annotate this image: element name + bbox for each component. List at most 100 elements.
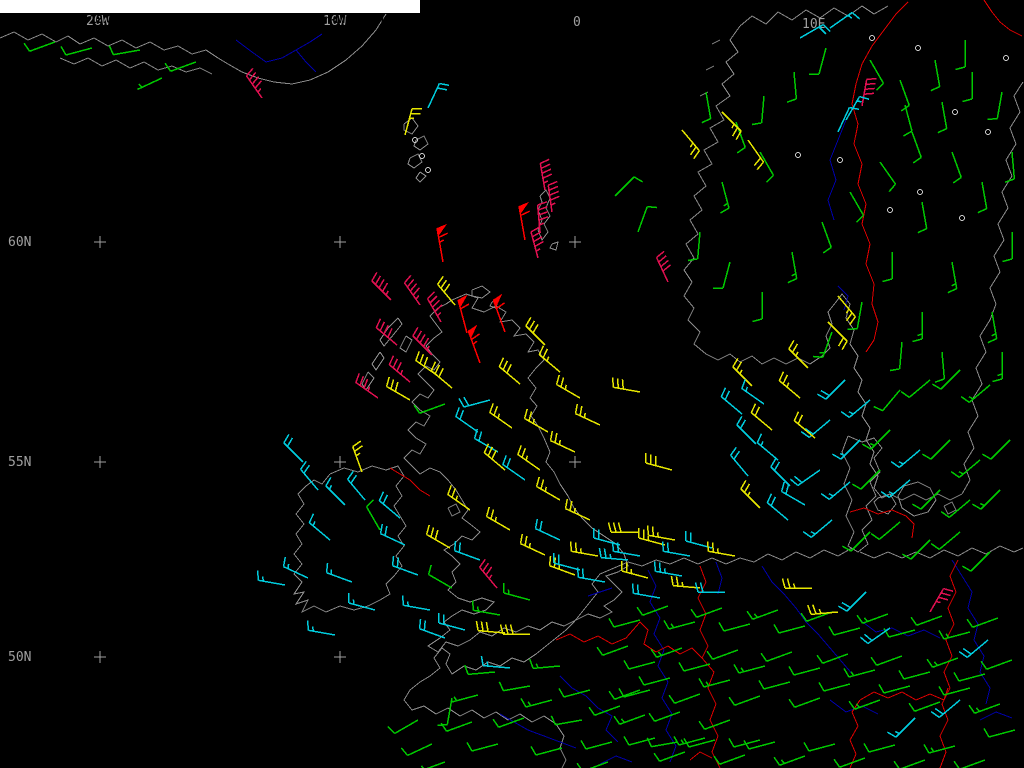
wind-barb [760, 651, 793, 662]
wind-barb [23, 41, 56, 52]
river [979, 711, 1013, 721]
wind-barb [938, 686, 971, 696]
wind-barb [436, 223, 448, 263]
wind-barb [655, 250, 671, 283]
coastline [59, 57, 213, 75]
coastline [415, 171, 427, 183]
wind-barb [636, 605, 669, 616]
wind-barb [820, 481, 851, 500]
wind-barb [972, 489, 1001, 510]
wind-barb [889, 341, 903, 372]
wind-barb [840, 399, 871, 418]
wind-barb [903, 104, 913, 137]
wind-barb [352, 440, 363, 473]
wind-barb [60, 46, 93, 56]
wind-barb [365, 499, 381, 531]
wind-barb [736, 416, 757, 445]
country-border [689, 751, 713, 761]
wind-barb [898, 670, 931, 680]
wind-barb [385, 376, 411, 401]
wind-barb [962, 551, 991, 572]
wind-barb [607, 522, 638, 533]
wind-barb [371, 272, 392, 301]
wind-barb [802, 519, 833, 538]
wind-barb [869, 59, 885, 91]
wind-barb [750, 403, 773, 431]
wind-barb [549, 430, 576, 453]
wind-barb [498, 357, 521, 385]
wind-barb [887, 717, 916, 738]
wind-barb [953, 672, 986, 682]
wind-barb [770, 458, 791, 487]
wind-barb [525, 317, 546, 346]
country-border [859, 687, 949, 701]
wind-barb [926, 657, 959, 668]
wind-barb [706, 649, 739, 660]
river [829, 699, 879, 715]
coastline [841, 435, 883, 553]
wind-barb [387, 719, 419, 735]
wind-barb [648, 711, 681, 722]
wind-barb [816, 653, 849, 664]
wind-barb [425, 524, 451, 549]
calm-station-circle [1003, 55, 1009, 61]
wind-barb [849, 191, 865, 223]
map-title-bar: DON 08.11.07 12:00 UTC Bodenwettermeldun… [0, 0, 421, 26]
wind-barb [535, 476, 561, 501]
country-border [849, 507, 915, 539]
wind-barb [938, 630, 971, 640]
calm-station-circle [419, 153, 425, 159]
wind-barb [485, 506, 511, 531]
coastline [711, 39, 721, 45]
wind-barb [788, 697, 821, 708]
wind-barb [741, 379, 765, 405]
wind-barb [690, 607, 723, 618]
river [235, 33, 323, 63]
wind-barb [947, 261, 958, 294]
wind-barb [890, 449, 921, 468]
wind-barb [530, 226, 544, 259]
wind-barb [517, 445, 541, 471]
wind-barb [564, 498, 591, 521]
wind-barb [732, 358, 753, 387]
wind-barb [833, 757, 866, 768]
wind-barb [917, 201, 928, 234]
wind-barb [503, 583, 531, 601]
wind-barb [580, 740, 613, 750]
wind-barb [818, 682, 851, 692]
wind-barb [987, 91, 1003, 121]
wind-barb [483, 443, 506, 471]
wind-barb [668, 693, 701, 704]
wind-barb [530, 746, 563, 756]
wind-barb [502, 455, 526, 481]
wind-barb [743, 740, 776, 750]
wind-barb [400, 743, 433, 757]
wind-barb [842, 531, 871, 552]
wind-barb [980, 659, 1013, 670]
wind-barb [807, 604, 839, 616]
wind-barb [937, 101, 948, 134]
wind-barb [574, 403, 601, 426]
wind-barb [518, 201, 530, 241]
wind-barb [856, 613, 889, 624]
wind-barb [534, 518, 561, 541]
wind-barb [588, 705, 621, 716]
wind-barb [282, 556, 309, 579]
wind-barb [720, 181, 730, 214]
wind-barb [489, 403, 513, 429]
river [647, 569, 677, 763]
calm-station-circle [869, 35, 875, 41]
wind-barb [498, 681, 531, 692]
wind-barb [555, 374, 581, 399]
latitude-label: 55N [8, 455, 31, 470]
wind-barb [596, 645, 629, 656]
country-border [555, 621, 703, 659]
wind-barb [355, 373, 379, 399]
wind-barb [781, 578, 812, 589]
coastline-layer [0, 0, 1024, 768]
wind-barb [879, 161, 897, 193]
wind-barb [646, 525, 676, 541]
wind-barb [720, 387, 743, 415]
wind-barb [306, 620, 336, 636]
wind-barb [420, 761, 446, 768]
